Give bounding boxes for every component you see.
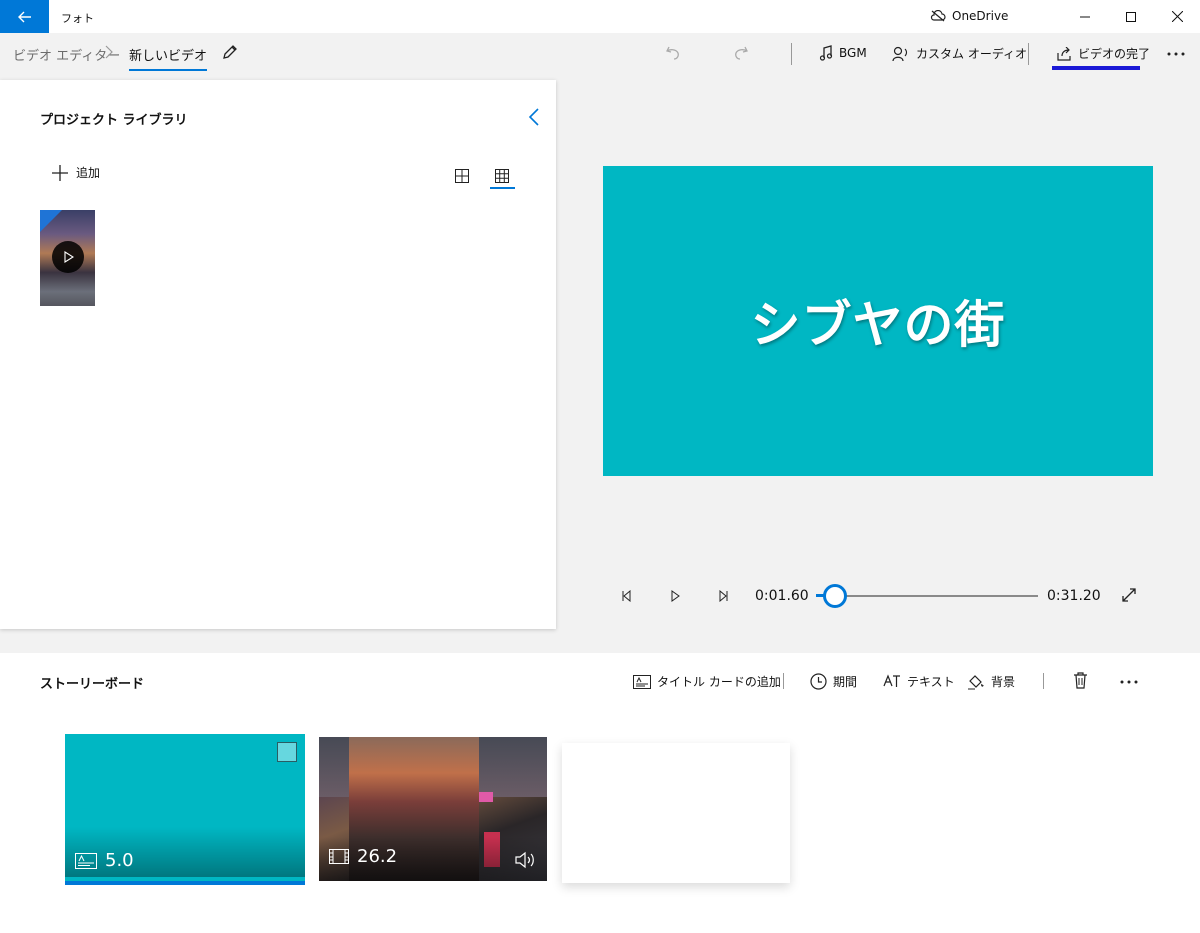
more-options-icon[interactable] — [1166, 51, 1186, 57]
redo-icon[interactable] — [732, 44, 750, 62]
paint-bucket-icon — [968, 674, 984, 689]
clip-thumbnail-sign — [479, 792, 493, 802]
chevron-right-icon — [105, 45, 113, 59]
project-library-panel: プロジェクト ライブラリ 追加 — [0, 80, 556, 629]
finish-video-button[interactable]: ビデオの完了 — [1056, 45, 1150, 62]
bgm-button[interactable]: BGM — [819, 45, 867, 61]
small-grid-view-button[interactable] — [490, 164, 514, 188]
project-library-title: プロジェクト ライブラリ — [40, 113, 188, 128]
duration-button[interactable]: 期間 — [810, 673, 857, 690]
storyboard-panel: ストーリーボード タイトル カードの追加 期間 テキスト 背景 5.0 26.2 — [0, 653, 1200, 933]
breadcrumb-current: 新しいビデオ — [129, 45, 208, 71]
title-card-icon — [633, 674, 651, 689]
music-note-icon — [819, 45, 833, 61]
text-label: テキスト — [907, 675, 955, 689]
play-icon — [671, 590, 680, 602]
minimize-button[interactable] — [1062, 0, 1108, 33]
collapse-chevron-left-icon[interactable] — [527, 107, 541, 127]
onedrive-label: OneDrive — [952, 9, 1009, 23]
storyboard-more-icon[interactable] — [1119, 679, 1139, 685]
person-audio-icon — [892, 46, 908, 61]
card-duration-value: 26.2 — [357, 846, 398, 867]
back-arrow-icon — [17, 11, 31, 22]
maximize-icon — [1126, 11, 1136, 22]
trash-icon[interactable] — [1073, 672, 1088, 689]
minimize-icon — [1080, 16, 1090, 17]
rename-pencil-icon[interactable] — [221, 43, 239, 61]
current-time: 0:01.60 — [755, 588, 809, 604]
storyboard-empty-slot[interactable] — [562, 743, 790, 883]
film-strip-icon — [329, 849, 349, 864]
video-preview: シブヤの街 — [603, 166, 1153, 476]
fullscreen-expand-icon[interactable] — [1121, 587, 1137, 603]
close-icon — [1171, 11, 1183, 22]
active-view-indicator — [490, 187, 515, 189]
add-title-card-button[interactable]: タイトル カードの追加 — [633, 673, 781, 690]
storyboard-title: ストーリーボード — [40, 677, 145, 692]
background-label: 背景 — [991, 675, 1016, 689]
storyboard-divider — [1043, 673, 1044, 689]
added-to-project-badge — [40, 210, 62, 232]
seek-handle[interactable] — [823, 584, 847, 608]
finish-video-highlight — [1052, 66, 1140, 70]
text-button[interactable]: テキスト — [883, 673, 955, 690]
cloud-icon — [930, 10, 946, 22]
step-back-icon — [622, 590, 631, 602]
title-card-icon — [75, 852, 97, 869]
add-title-card-label: タイトル カードの追加 — [657, 675, 781, 689]
card-duration: 5.0 — [75, 850, 134, 871]
background-button[interactable]: 背景 — [967, 673, 1015, 690]
bgm-label: BGM — [839, 46, 867, 60]
next-frame-button[interactable] — [712, 585, 734, 607]
title-bar: フォト OneDrive — [0, 0, 1200, 33]
storyboard-divider — [783, 673, 784, 689]
onedrive-status[interactable]: OneDrive — [930, 9, 1008, 23]
grid-small-icon — [495, 169, 509, 183]
seek-track[interactable] — [816, 595, 1038, 597]
command-bar: ビデオ エディター 新しいビデオ BGM カスタム オーディオ ビデオの完了 — [0, 33, 1200, 75]
clock-icon — [810, 673, 827, 690]
toolbar-divider — [1028, 43, 1029, 65]
undo-icon[interactable] — [664, 44, 682, 62]
play-icon — [52, 241, 84, 273]
preview-title-text: シブヤの街 — [750, 296, 1006, 354]
maximize-button[interactable] — [1108, 0, 1154, 33]
total-time: 0:31.20 — [1047, 588, 1101, 604]
storyboard-card-video[interactable]: 26.2 — [319, 737, 547, 881]
storyboard-card-title[interactable]: 5.0 — [65, 734, 305, 885]
selected-indicator — [65, 881, 305, 885]
card-duration: 26.2 — [329, 846, 397, 867]
library-video-thumbnail[interactable] — [40, 210, 95, 306]
finish-video-label: ビデオの完了 — [1078, 47, 1151, 61]
back-button[interactable] — [0, 0, 49, 33]
add-media-label: 追加 — [76, 166, 101, 180]
card-select-checkbox[interactable] — [277, 742, 297, 762]
plus-icon — [52, 164, 68, 181]
close-button[interactable] — [1154, 0, 1200, 33]
add-media-button[interactable]: 追加 — [52, 164, 100, 181]
custom-audio-label: カスタム オーディオ — [916, 47, 1027, 61]
card-duration-value: 5.0 — [105, 850, 134, 871]
toolbar-divider — [791, 43, 792, 65]
grid-large-icon — [455, 169, 469, 183]
custom-audio-button[interactable]: カスタム オーディオ — [892, 45, 1027, 62]
large-grid-view-button[interactable] — [450, 164, 474, 188]
share-export-icon — [1057, 46, 1071, 61]
text-icon — [883, 674, 900, 687]
volume-icon[interactable] — [515, 851, 537, 869]
app-title: フォト — [61, 12, 94, 25]
previous-frame-button[interactable] — [616, 585, 638, 607]
duration-label: 期間 — [833, 675, 858, 689]
step-forward-icon — [719, 590, 728, 602]
play-button[interactable] — [664, 585, 686, 607]
